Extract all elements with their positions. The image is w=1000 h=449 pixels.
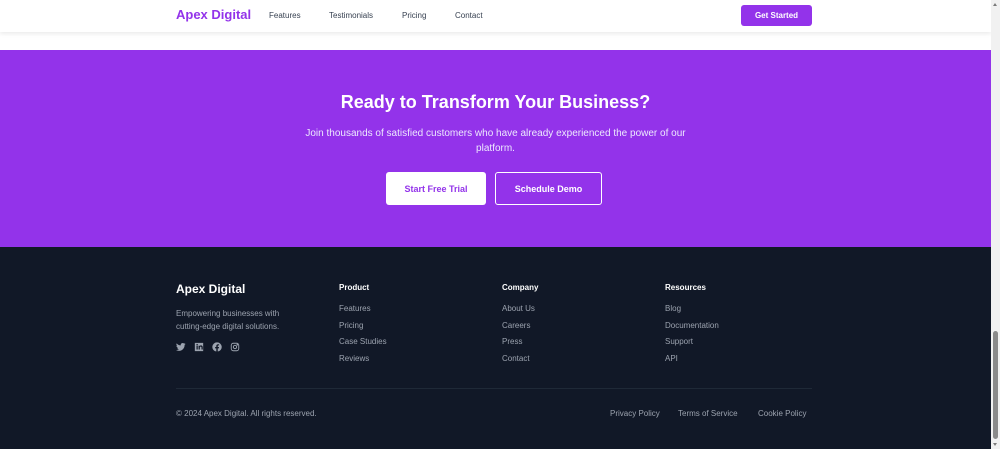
top-nav: Apex Digital Features Testimonials Prici…	[0, 0, 991, 32]
scroll-down-arrow-icon[interactable]	[993, 443, 997, 446]
nav-link-testimonials[interactable]: Testimonials	[329, 11, 373, 20]
footer-brand: Apex Digital	[176, 282, 246, 296]
footer-link-documentation[interactable]: Documentation	[665, 321, 719, 330]
instagram-icon[interactable]	[230, 342, 240, 352]
start-free-trial-button[interactable]: Start Free Trial	[386, 172, 486, 205]
footer-heading-resources: Resources	[665, 283, 706, 292]
footer-divider	[176, 388, 812, 389]
footer-link-support[interactable]: Support	[665, 337, 693, 346]
footer-heading-product: Product	[339, 283, 370, 292]
footer: Apex Digital Empowering businesses with …	[0, 247, 991, 449]
footer-link-features[interactable]: Features	[339, 304, 371, 313]
nav-link-pricing[interactable]: Pricing	[402, 11, 426, 20]
schedule-demo-button[interactable]: Schedule Demo	[495, 172, 602, 205]
section-spacer	[0, 32, 991, 50]
scrollbar-thumb[interactable]	[993, 331, 998, 439]
linkedin-icon[interactable]	[194, 342, 204, 352]
get-started-button[interactable]: Get Started	[741, 5, 812, 26]
cta-subtitle: Join thousands of satisfied customers wh…	[305, 128, 686, 154]
footer-heading-company: Company	[502, 283, 539, 292]
landing-page: Apex Digital Features Testimonials Prici…	[0, 0, 991, 449]
scroll-up-arrow-icon[interactable]	[993, 3, 997, 6]
footer-link-careers[interactable]: Careers	[502, 321, 530, 330]
cta-section: Ready to Transform Your Business? Join t…	[0, 50, 991, 247]
footer-link-case-studies[interactable]: Case Studies	[339, 337, 387, 346]
terms-of-service-link[interactable]: Terms of Service	[678, 409, 738, 418]
nav-link-contact[interactable]: Contact	[455, 11, 483, 20]
footer-link-pricing[interactable]: Pricing	[339, 321, 363, 330]
footer-link-about-us[interactable]: About Us	[502, 304, 535, 313]
footer-link-press[interactable]: Press	[502, 337, 522, 346]
privacy-policy-link[interactable]: Privacy Policy	[610, 409, 660, 418]
twitter-icon[interactable]	[176, 342, 186, 352]
footer-tagline: Empowering businesses with cutting-edge …	[176, 309, 280, 331]
footer-link-api[interactable]: API	[665, 354, 678, 363]
cta-title: Ready to Transform Your Business?	[340, 92, 651, 112]
facebook-icon[interactable]	[212, 342, 222, 352]
copyright-text: © 2024 Apex Digital. All rights reserved…	[176, 409, 317, 418]
cookie-policy-link[interactable]: Cookie Policy	[758, 409, 806, 418]
footer-link-reviews[interactable]: Reviews	[339, 354, 369, 363]
brand-logo[interactable]: Apex Digital	[176, 7, 251, 22]
footer-link-blog[interactable]: Blog	[665, 304, 681, 313]
footer-link-contact[interactable]: Contact	[502, 354, 530, 363]
nav-link-features[interactable]: Features	[269, 11, 301, 20]
